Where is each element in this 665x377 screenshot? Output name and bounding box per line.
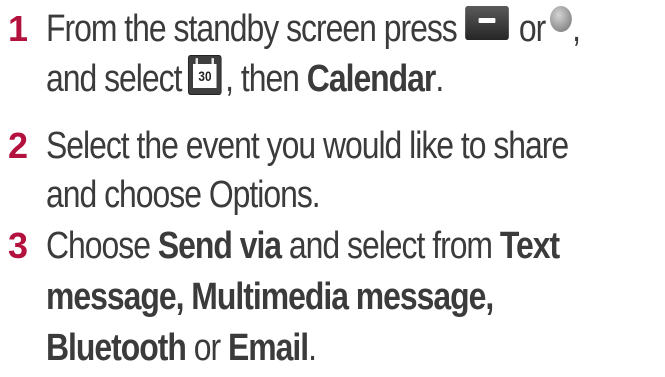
- step-bold-text: Send via: [157, 225, 282, 267]
- step-line: From the standby screen press or,: [46, 5, 581, 52]
- step-bold-text: Bluetooth: [46, 327, 187, 369]
- step-text: Choose: [46, 225, 151, 267]
- step-bold-text: Calendar: [306, 58, 437, 100]
- instruction-steps: 1 From the standby screen press or, and s…: [0, 0, 665, 377]
- step-text: .: [308, 327, 317, 369]
- calendar-icon-date: 30: [193, 63, 217, 88]
- step-text: or: [518, 8, 546, 50]
- step-number: 3: [8, 225, 29, 266]
- step-text: and select from: [288, 225, 493, 267]
- step-line: and choose Options.: [46, 174, 321, 216]
- step-bold-text: message, Multimedia message,: [46, 276, 494, 318]
- step-line: Choose Send via and select from Text: [46, 223, 560, 269]
- step-line: Select the event you would like to share: [46, 125, 569, 167]
- step-text: and select: [46, 58, 182, 100]
- step-text: ,: [572, 8, 581, 50]
- calendar-icon: 30: [188, 54, 222, 95]
- step-number: 2: [8, 125, 29, 166]
- ok-key-icon: [550, 5, 573, 32]
- step-text: , then: [225, 58, 300, 100]
- step-line: message, Multimedia message,: [46, 274, 494, 320]
- step-line: Bluetooth or Email.: [46, 325, 317, 371]
- step-bold-text: Text: [499, 225, 560, 267]
- step-text: From the standby screen press: [46, 8, 458, 50]
- step-bold-text: Email: [227, 327, 309, 369]
- menu-key-icon: [465, 5, 509, 40]
- step-line: and select 30 , then Calendar.: [46, 54, 444, 102]
- step-text: or: [193, 327, 221, 369]
- step-text: .: [435, 58, 444, 100]
- step-number: 1: [8, 8, 29, 49]
